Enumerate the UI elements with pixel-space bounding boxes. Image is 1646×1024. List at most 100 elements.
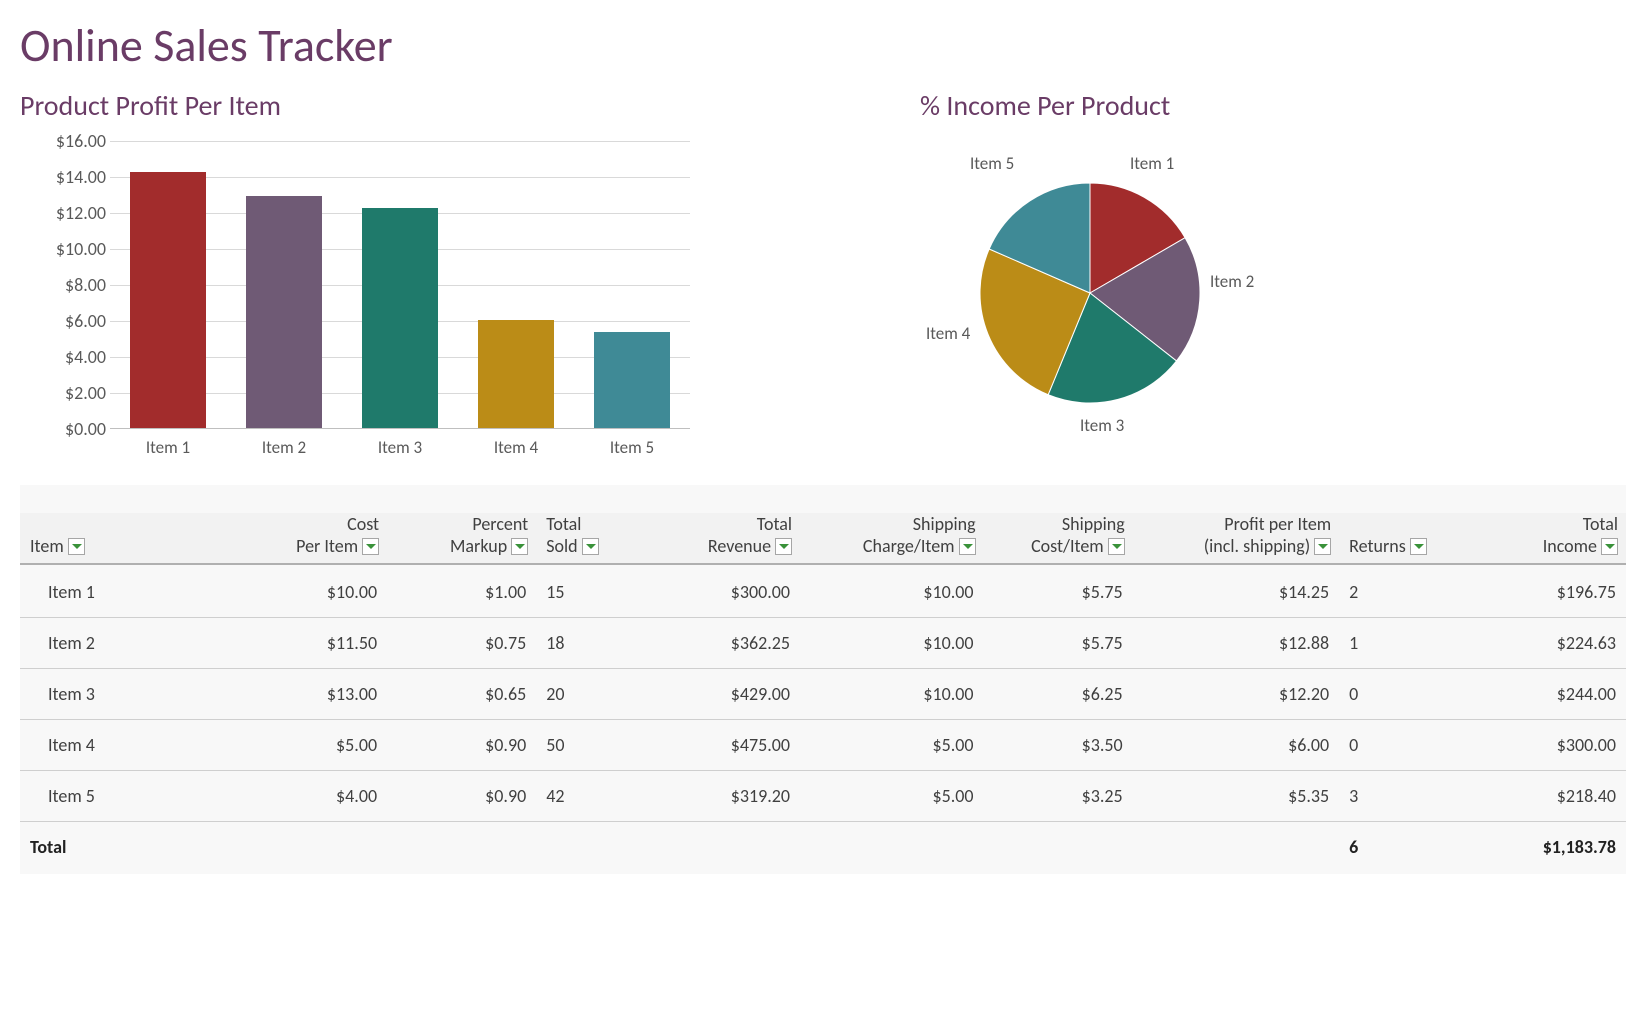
- cell-item: Item 5: [20, 771, 249, 822]
- cell-item: Item 4: [20, 720, 249, 771]
- filter-dropdown-icon[interactable]: [1601, 538, 1618, 555]
- x-tick: Item 3: [355, 437, 445, 458]
- y-tick: $12.00: [38, 202, 106, 224]
- cell-ship_charge: $10.00: [800, 564, 984, 618]
- cell-ship_charge: $5.00: [800, 771, 984, 822]
- pie-label-1: Item 1: [1130, 153, 1174, 174]
- x-tick: Item 4: [471, 437, 561, 458]
- bar-1: [130, 172, 206, 429]
- y-tick: $6.00: [38, 310, 106, 332]
- col-header: Profit per Item(incl. shipping): [1133, 513, 1339, 564]
- filter-dropdown-icon[interactable]: [511, 538, 528, 555]
- col-header: Item: [20, 513, 249, 564]
- bar-3: [362, 208, 438, 428]
- y-tick: $0.00: [38, 418, 106, 440]
- pie-label-5: Item 5: [970, 153, 1014, 174]
- col-header: ShippingCharge/Item: [800, 513, 984, 564]
- page-title: Online Sales Tracker: [20, 18, 1626, 74]
- y-tick: $2.00: [38, 382, 106, 404]
- cell-ship_cost: $6.25: [984, 669, 1133, 720]
- filter-dropdown-icon[interactable]: [1314, 538, 1331, 555]
- filter-dropdown-icon[interactable]: [68, 538, 85, 555]
- table-row: Item 4$5.00$0.9050$475.00$5.00$3.50$6.00…: [20, 720, 1626, 771]
- cell-ship_charge: $5.00: [800, 720, 984, 771]
- cell-profit: $14.25: [1133, 564, 1339, 618]
- bar-chart-title: Product Profit Per Item: [20, 88, 720, 123]
- cell-sold: 18: [536, 618, 628, 669]
- cell-profit: $12.88: [1133, 618, 1339, 669]
- cell-profit: $12.20: [1133, 669, 1339, 720]
- cell-profit: $6.00: [1133, 720, 1339, 771]
- cell-item: Item 2: [20, 618, 249, 669]
- bar-chart: $0.00 $2.00 $4.00 $6.00 $8.00 $10.00 $12.00 $14…: [20, 141, 690, 461]
- sales-table: ItemCostPer ItemPercentMarkupTotalSoldTo…: [20, 485, 1626, 874]
- cell-ship_charge: $10.00: [800, 618, 984, 669]
- cell-income: $218.40: [1454, 771, 1626, 822]
- y-tick: $16.00: [38, 130, 106, 152]
- bar-4: [478, 320, 554, 428]
- cell-revenue: $475.00: [628, 720, 800, 771]
- y-tick: $8.00: [38, 274, 106, 296]
- cell-markup: $0.65: [387, 669, 536, 720]
- cell-ship_cost: $5.75: [984, 564, 1133, 618]
- bar-2: [246, 196, 322, 428]
- filter-dropdown-icon[interactable]: [1108, 538, 1125, 555]
- filter-dropdown-icon[interactable]: [362, 538, 379, 555]
- cell-ship_cost: $3.50: [984, 720, 1133, 771]
- cell-markup: $1.00: [387, 564, 536, 618]
- table-row: Item 2$11.50$0.7518$362.25$10.00$5.75$12…: [20, 618, 1626, 669]
- cell-revenue: $429.00: [628, 669, 800, 720]
- cell-sold: 15: [536, 564, 628, 618]
- col-header: TotalRevenue: [628, 513, 800, 564]
- pie-chart: Item 1Item 2Item 3Item 4Item 5: [920, 143, 1260, 443]
- pie-label-4: Item 4: [926, 323, 970, 344]
- col-header: Returns: [1339, 513, 1454, 564]
- cell-returns: 2: [1339, 564, 1454, 618]
- x-tick: Item 5: [587, 437, 677, 458]
- total-label: Total: [20, 822, 249, 875]
- col-header: PercentMarkup: [387, 513, 536, 564]
- filter-dropdown-icon[interactable]: [775, 538, 792, 555]
- cell-ship_cost: $3.25: [984, 771, 1133, 822]
- cell-cost: $4.00: [249, 771, 387, 822]
- col-header: TotalSold: [536, 513, 628, 564]
- cell-sold: 20: [536, 669, 628, 720]
- filter-dropdown-icon[interactable]: [1410, 538, 1427, 555]
- cell-ship_cost: $5.75: [984, 618, 1133, 669]
- col-header: CostPer Item: [249, 513, 387, 564]
- filter-dropdown-icon[interactable]: [959, 538, 976, 555]
- cell-income: $244.00: [1454, 669, 1626, 720]
- cell-cost: $10.00: [249, 564, 387, 618]
- cell-markup: $0.90: [387, 771, 536, 822]
- cell-item: Item 3: [20, 669, 249, 720]
- cell-cost: $13.00: [249, 669, 387, 720]
- y-tick: $14.00: [38, 166, 106, 188]
- x-tick: Item 2: [239, 437, 329, 458]
- cell-income: $224.63: [1454, 618, 1626, 669]
- bar-5: [594, 332, 670, 428]
- cell-income: $196.75: [1454, 564, 1626, 618]
- cell-revenue: $362.25: [628, 618, 800, 669]
- total-returns: 6: [1339, 822, 1454, 875]
- cell-returns: 3: [1339, 771, 1454, 822]
- cell-ship_charge: $10.00: [800, 669, 984, 720]
- table-row: Item 5$4.00$0.9042$319.20$5.00$3.25$5.35…: [20, 771, 1626, 822]
- cell-cost: $5.00: [249, 720, 387, 771]
- cell-sold: 50: [536, 720, 628, 771]
- cell-markup: $0.75: [387, 618, 536, 669]
- cell-sold: 42: [536, 771, 628, 822]
- cell-markup: $0.90: [387, 720, 536, 771]
- y-tick: $10.00: [38, 238, 106, 260]
- cell-profit: $5.35: [1133, 771, 1339, 822]
- filter-dropdown-icon[interactable]: [582, 538, 599, 555]
- table-row: Item 3$13.00$0.6520$429.00$10.00$6.25$12…: [20, 669, 1626, 720]
- cell-returns: 0: [1339, 669, 1454, 720]
- table-row: Item 1$10.00$1.0015$300.00$10.00$5.75$14…: [20, 564, 1626, 618]
- pie-label-2: Item 2: [1210, 271, 1254, 292]
- pie-chart-title: % Income Per Product: [920, 88, 1260, 123]
- cell-cost: $11.50: [249, 618, 387, 669]
- total-income: $1,183.78: [1454, 822, 1626, 875]
- cell-revenue: $319.20: [628, 771, 800, 822]
- y-tick: $4.00: [38, 346, 106, 368]
- col-header: ShippingCost/Item: [984, 513, 1133, 564]
